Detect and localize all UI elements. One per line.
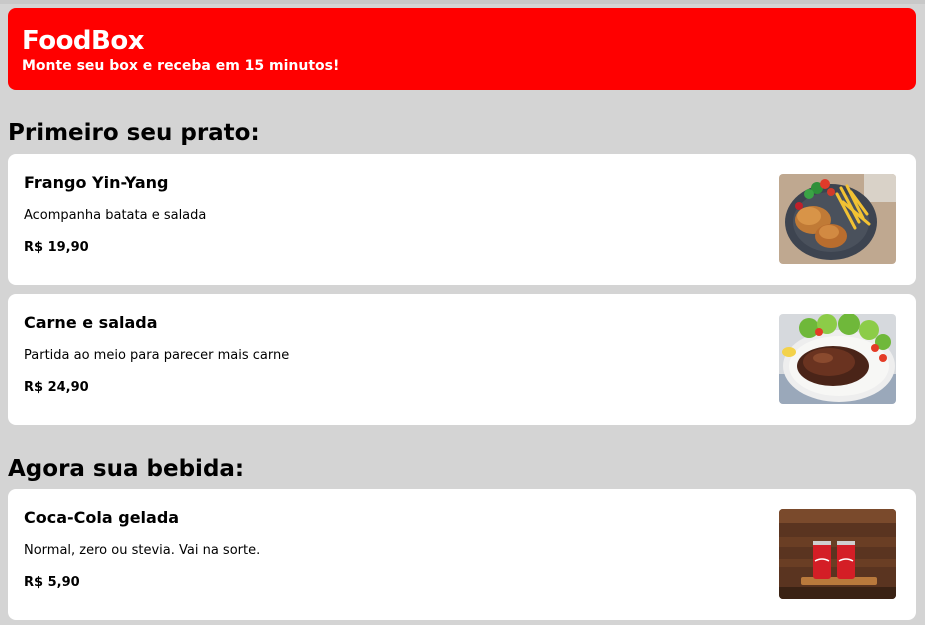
item-description: Partida ao meio para parecer mais carne [24, 348, 290, 363]
brand-title: FoodBox [22, 26, 145, 56]
menu-item-card[interactable]: Frango Yin-Yang Acompanha batata e salad… [8, 154, 916, 285]
item-name: Carne e salada [24, 313, 158, 332]
menu-item-card[interactable]: Carne e salada Partida ao meio para pare… [8, 294, 916, 425]
item-photo-soda [779, 509, 896, 599]
menu-item-card[interactable]: Coca-Cola gelada Normal, zero ou stevia.… [8, 489, 916, 620]
item-name: Frango Yin-Yang [24, 173, 169, 192]
item-description: Acompanha batata e salada [24, 208, 207, 223]
item-price: R$ 5,90 [24, 575, 80, 590]
item-price: R$ 24,90 [24, 380, 89, 395]
top-border [0, 0, 925, 4]
section-title-plates: Primeiro seu prato: [8, 120, 260, 146]
item-photo-chicken [779, 174, 896, 264]
item-description: Normal, zero ou stevia. Vai na sorte. [24, 543, 261, 558]
item-price: R$ 19,90 [24, 240, 89, 255]
brand-tagline: Monte seu box e receba em 15 minutos! [22, 58, 340, 74]
section-title-drinks: Agora sua bebida: [8, 456, 245, 482]
app-header: FoodBox Monte seu box e receba em 15 min… [8, 8, 916, 90]
item-photo-meat [779, 314, 896, 404]
item-name: Coca-Cola gelada [24, 508, 180, 527]
